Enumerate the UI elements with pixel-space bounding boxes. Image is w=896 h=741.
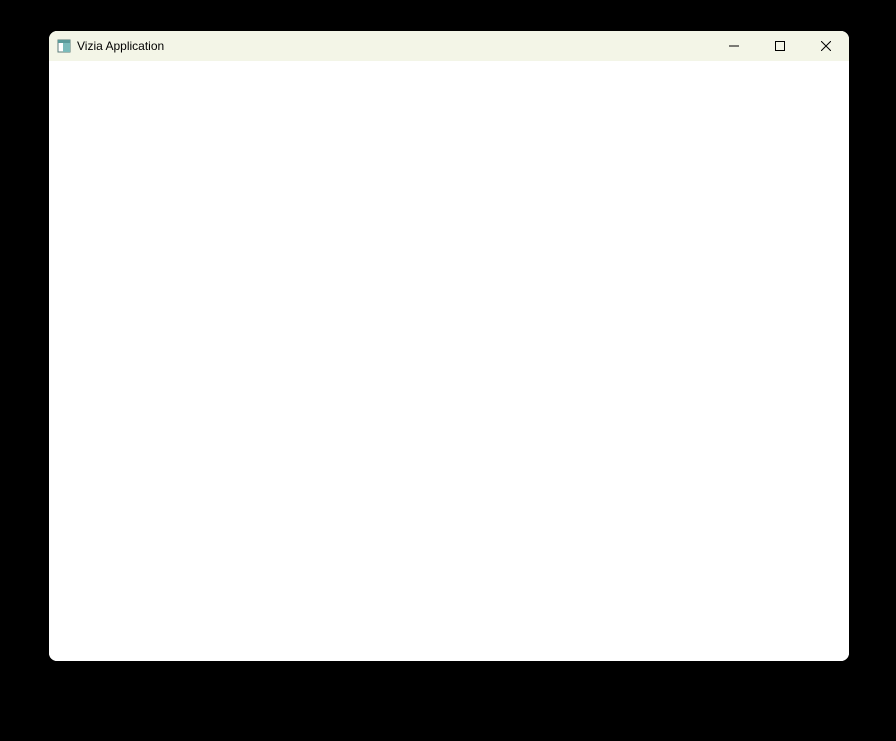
minimize-button[interactable] [711, 31, 757, 61]
close-button[interactable] [803, 31, 849, 61]
maximize-icon [775, 41, 785, 51]
maximize-button[interactable] [757, 31, 803, 61]
client-area [49, 61, 849, 661]
app-icon [57, 39, 71, 53]
window-title: Vizia Application [77, 40, 164, 52]
window-controls [711, 31, 849, 61]
titlebar[interactable]: Vizia Application [49, 31, 849, 61]
close-icon [821, 41, 831, 51]
application-window: Vizia Application [49, 31, 849, 661]
minimize-icon [729, 41, 739, 51]
titlebar-left: Vizia Application [49, 39, 164, 53]
